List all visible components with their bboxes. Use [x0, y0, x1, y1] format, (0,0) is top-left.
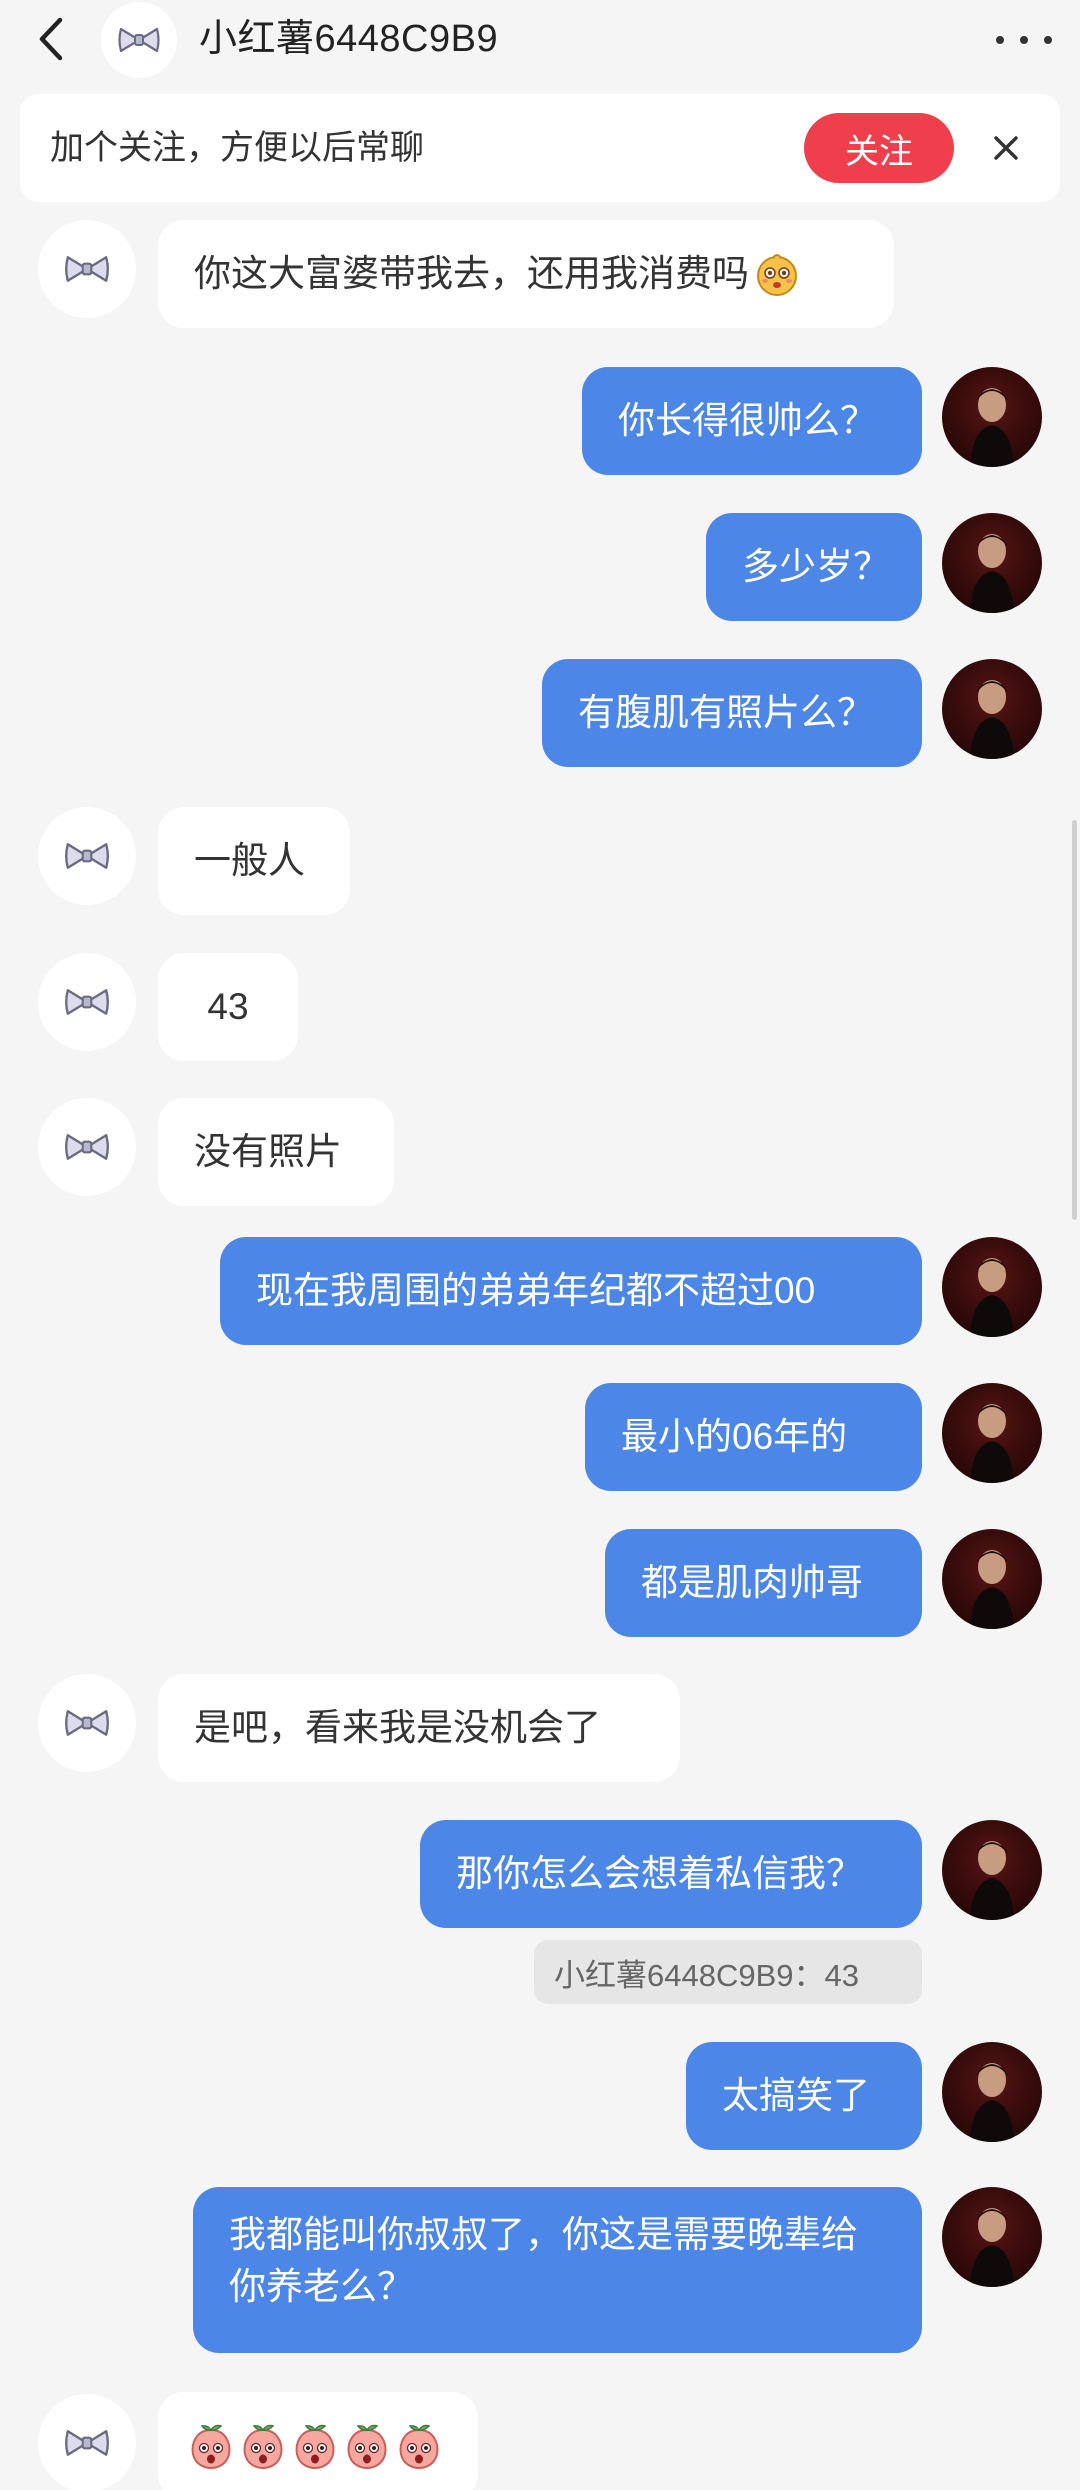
chat-screen: 小红薯6448C9B9 加个关注，方便以后常聊 关注 你这大富婆带我去，还用我消… — [0, 0, 1080, 2490]
message-row: 你长得很帅么？ — [0, 367, 1080, 477]
bow-icon — [65, 989, 109, 1015]
my-avatar[interactable] — [942, 513, 1042, 613]
contact-name: 小红薯6448C9B9 — [199, 18, 499, 60]
message-bubble[interactable]: 我都能叫你叔叔了，你这是需要晚辈给你养老么？ — [193, 2187, 922, 2353]
message-row: 没有照片 — [0, 1098, 1080, 1208]
message-bubble[interactable]: 那你怎么会想着私信我？ — [420, 1820, 922, 1928]
quoted-message[interactable]: 小红薯6448C9B9：43 — [534, 1940, 922, 2004]
message-row: 是吧，看来我是没机会了 — [0, 1674, 1080, 1784]
user-photo-icon — [970, 388, 1014, 467]
message-text: 43 — [207, 986, 249, 1027]
contact-avatar[interactable] — [101, 2, 177, 78]
message-text: 是吧，看来我是没机会了 — [194, 1707, 601, 1748]
message-bubble[interactable]: 你这大富婆带我去，还用我消费吗 — [158, 220, 894, 328]
contact-avatar[interactable] — [38, 2394, 136, 2490]
contact-avatar[interactable] — [38, 953, 136, 1051]
message-text: 我都能叫你叔叔了，你这是需要晚辈给你养老么？ — [229, 2214, 858, 2307]
user-photo-icon — [970, 1550, 1014, 1629]
message-row: 太搞笑了 — [0, 2042, 1080, 2152]
my-avatar[interactable] — [942, 367, 1042, 467]
user-photo-icon — [970, 680, 1014, 759]
emoji-row — [188, 2422, 442, 2470]
more-options-button[interactable] — [996, 20, 1052, 60]
message-bubble[interactable]: 是吧，看来我是没机会了 — [158, 1674, 680, 1782]
close-icon — [994, 136, 1018, 160]
bow-icon — [118, 27, 160, 53]
more-dots-icon — [996, 36, 1004, 44]
message-bubble[interactable]: 你长得很帅么？ — [582, 367, 922, 475]
message-text: 多少岁？ — [742, 546, 890, 587]
message-row: 那你怎么会想着私信我？ 小红薯6448C9B9：43 — [0, 1820, 1080, 2010]
message-text: 你这大富婆带我去，还用我消费吗 — [194, 253, 749, 294]
bow-icon — [65, 843, 109, 869]
user-photo-icon — [970, 2063, 1014, 2142]
chevron-left-icon — [39, 17, 63, 61]
my-avatar[interactable] — [942, 1383, 1042, 1483]
back-button[interactable] — [34, 14, 74, 64]
user-photo-icon — [970, 2208, 1014, 2287]
message-text: 那你怎么会想着私信我？ — [456, 1853, 863, 1894]
message-text: 一般人 — [194, 840, 305, 881]
message-bubble[interactable] — [158, 2392, 478, 2490]
scrollbar[interactable] — [1072, 820, 1077, 1220]
message-row: 你这大富婆带我去，还用我消费吗 — [0, 220, 1080, 330]
peach-emoji — [191, 2424, 231, 2470]
bow-icon — [65, 1134, 109, 1160]
bow-icon — [65, 2430, 109, 2456]
message-bubble[interactable]: 有腹肌有照片么？ — [542, 659, 922, 767]
quote-text: 小红薯6448C9B9：43 — [554, 1957, 859, 1993]
follow-button[interactable]: 关注 — [804, 113, 954, 183]
message-text: 最小的06年的 — [621, 1416, 848, 1457]
message-text: 没有照片 — [194, 1131, 342, 1172]
message-text: 有腹肌有照片么？ — [578, 692, 874, 733]
message-row: 最小的06年的 — [0, 1383, 1080, 1493]
user-photo-icon — [970, 1258, 1014, 1337]
contact-avatar[interactable] — [38, 220, 136, 318]
chat-header: 小红薯6448C9B9 — [0, 0, 1080, 80]
contact-avatar[interactable] — [38, 1098, 136, 1196]
bow-icon — [65, 256, 109, 282]
message-bubble[interactable]: 现在我周围的弟弟年纪都不超过00 — [220, 1237, 922, 1345]
message-bubble[interactable]: 太搞笑了 — [686, 2042, 922, 2150]
follow-banner: 加个关注，方便以后常聊 关注 — [20, 94, 1060, 202]
close-banner-button[interactable] — [986, 128, 1026, 168]
user-photo-icon — [970, 1404, 1014, 1483]
message-bubble[interactable]: 一般人 — [158, 807, 350, 915]
message-row: 43 — [0, 953, 1080, 1063]
my-avatar[interactable] — [942, 1237, 1042, 1337]
message-row: 一般人 — [0, 807, 1080, 917]
bow-icon — [65, 1710, 109, 1736]
message-bubble[interactable]: 最小的06年的 — [585, 1383, 922, 1491]
message-text: 你长得很帅么？ — [618, 400, 877, 441]
user-photo-icon — [970, 534, 1014, 613]
message-row: 我都能叫你叔叔了，你这是需要晚辈给你养老么？ — [0, 2187, 1080, 2357]
my-avatar[interactable] — [942, 2187, 1042, 2287]
user-photo-icon — [970, 1841, 1014, 1920]
follow-prompt-text: 加个关注，方便以后常聊 — [50, 129, 424, 167]
message-bubble[interactable]: 没有照片 — [158, 1098, 394, 1206]
my-avatar[interactable] — [942, 1820, 1042, 1920]
peach-emoji — [295, 2424, 335, 2470]
contact-avatar[interactable] — [38, 807, 136, 905]
shy-face-emoji — [757, 254, 797, 296]
my-avatar[interactable] — [942, 659, 1042, 759]
peach-emoji — [399, 2424, 439, 2470]
message-row — [0, 2392, 1080, 2490]
my-avatar[interactable] — [942, 2042, 1042, 2142]
message-row: 都是肌肉帅哥 — [0, 1529, 1080, 1639]
peach-emoji — [243, 2424, 283, 2470]
message-row: 现在我周围的弟弟年纪都不超过00 — [0, 1237, 1080, 1347]
message-row: 多少岁？ — [0, 513, 1080, 623]
message-text: 太搞笑了 — [722, 2075, 870, 2116]
contact-avatar[interactable] — [38, 1674, 136, 1772]
peach-emoji — [347, 2424, 387, 2470]
message-text: 都是肌肉帅哥 — [641, 1562, 863, 1603]
message-bubble[interactable]: 多少岁？ — [706, 513, 922, 621]
message-text: 现在我周围的弟弟年纪都不超过00 — [256, 1270, 816, 1311]
message-bubble[interactable]: 都是肌肉帅哥 — [605, 1529, 922, 1637]
message-row: 有腹肌有照片么？ — [0, 659, 1080, 769]
message-bubble[interactable]: 43 — [158, 953, 298, 1061]
my-avatar[interactable] — [942, 1529, 1042, 1629]
